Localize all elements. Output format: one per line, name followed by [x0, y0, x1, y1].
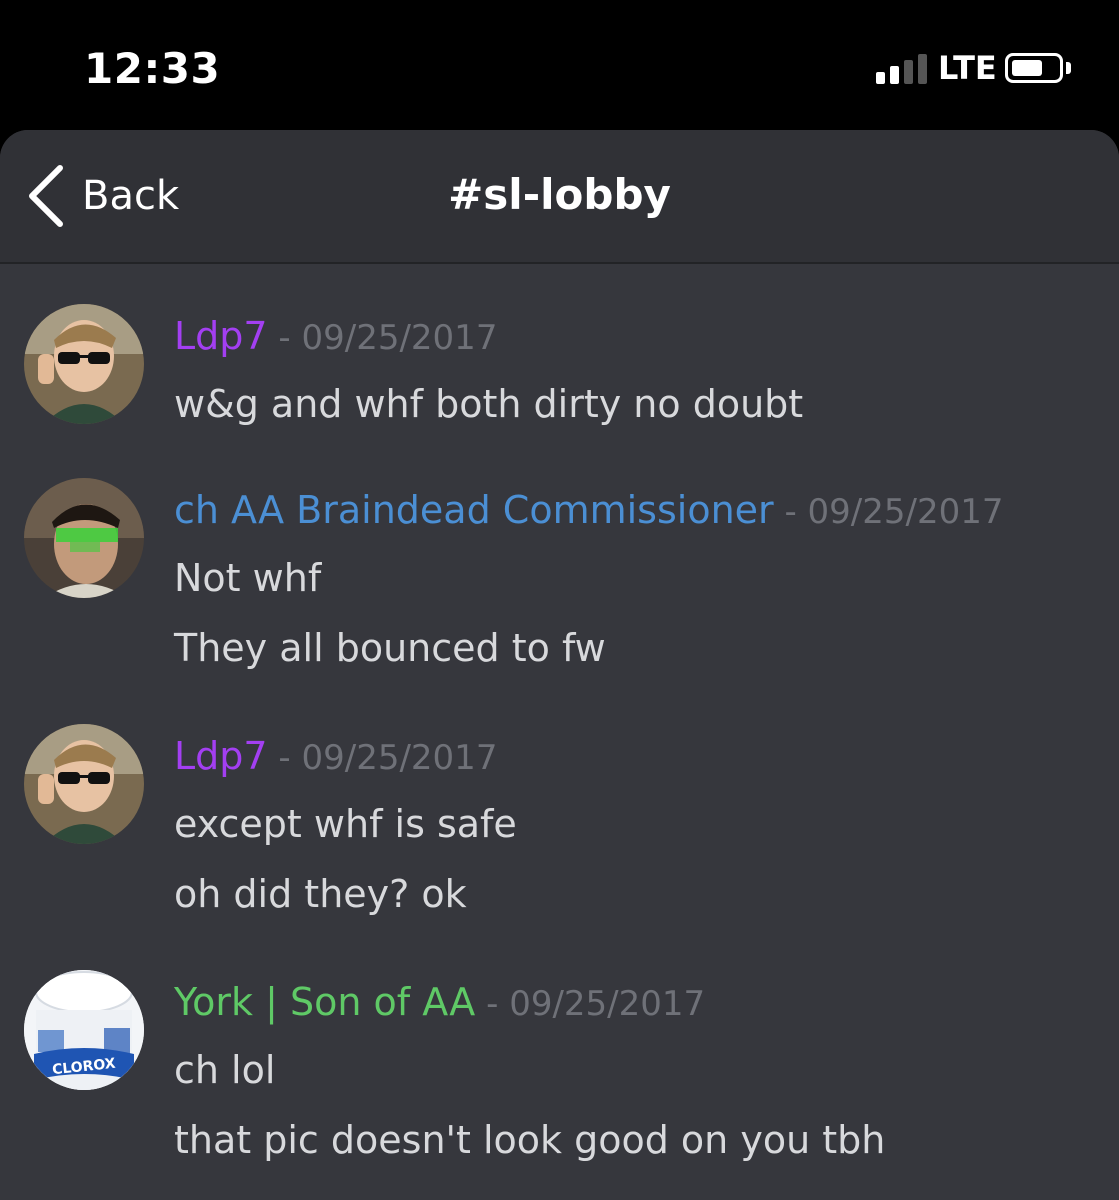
message-text: that pic doesn't look good on you tbh — [174, 1118, 886, 1162]
message-item: ch AA Braindead Commissioner - 09/25/201… — [0, 478, 1119, 688]
sunglasses-avatar[interactable] — [24, 724, 144, 844]
timestamp: 09/25/2017 — [301, 738, 498, 778]
battery-tip-icon — [1066, 62, 1071, 74]
message-header: Ldp7 - 09/25/2017 — [174, 734, 497, 778]
navigation-bar: Back #sl-lobby — [0, 130, 1119, 264]
timestamp: 09/25/2017 — [301, 318, 498, 358]
message-text: ch lol — [174, 1048, 276, 1092]
message-text: w&g and whf both dirty no doubt — [174, 382, 804, 426]
signal-icon — [876, 54, 930, 84]
separator: - — [773, 492, 808, 532]
message-item: CLOROX York | Son of AA - 09/25/2017 ch … — [0, 970, 1119, 1200]
message-header: Ldp7 - 09/25/2017 — [174, 314, 497, 358]
battery-icon — [1005, 53, 1063, 83]
message-text: They all bounced to fw — [174, 626, 606, 670]
sunglasses-avatar[interactable] — [24, 304, 144, 424]
message-text: Not whf — [174, 556, 322, 600]
author-name[interactable]: Ldp7 — [174, 734, 268, 778]
timestamp: 09/25/2017 — [509, 984, 706, 1024]
message-text: except whf is safe — [174, 802, 517, 846]
author-name[interactable]: York | Son of AA — [174, 980, 475, 1024]
timestamp: 09/25/2017 — [807, 492, 1004, 532]
message-item: Ldp7 - 09/25/2017 except whf is safe oh … — [0, 724, 1119, 934]
message-item: Ldp7 - 09/25/2017 w&g and whf both dirty… — [0, 304, 1119, 444]
status-time: 12:33 — [84, 44, 221, 93]
status-bar: 12:33 LTE — [0, 0, 1119, 130]
channel-title: #sl-lobby — [448, 170, 671, 219]
chat-screen: Back #sl-lobby Ldp7 - 09/25/2017 w&g and… — [0, 130, 1119, 1200]
separator: - — [267, 738, 302, 778]
message-text: oh did they? ok — [174, 872, 467, 916]
separator: - — [475, 984, 510, 1024]
message-header: ch AA Braindead Commissioner - 09/25/201… — [174, 488, 1004, 532]
message-header: York | Son of AA - 09/25/2017 — [174, 980, 705, 1024]
network-label: LTE — [938, 49, 997, 87]
author-name[interactable]: Ldp7 — [174, 314, 268, 358]
clorox-avatar[interactable]: CLOROX — [24, 970, 144, 1090]
separator: - — [267, 318, 302, 358]
author-name[interactable]: ch AA Braindead Commissioner — [174, 488, 774, 532]
green-glasses-avatar[interactable] — [24, 478, 144, 598]
